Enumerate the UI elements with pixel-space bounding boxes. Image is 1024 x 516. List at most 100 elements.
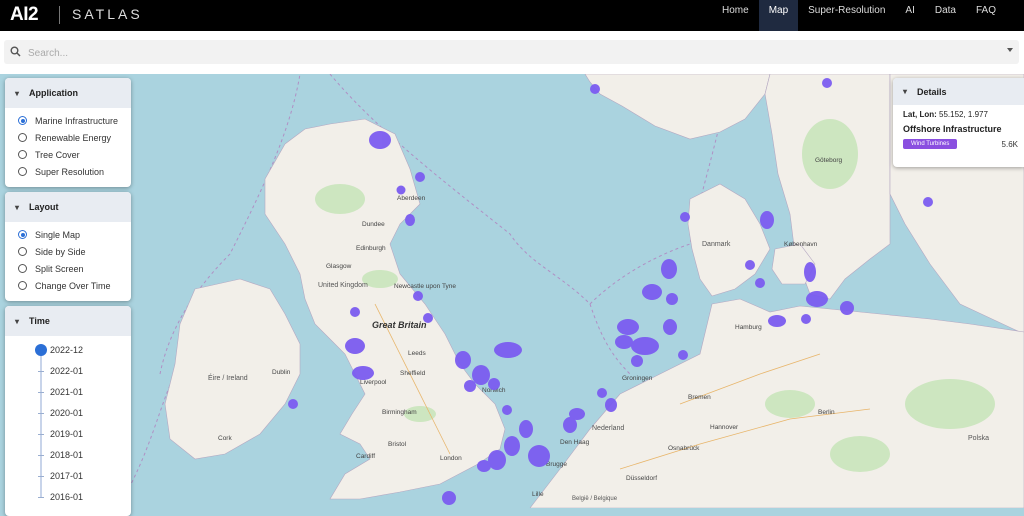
option-super-resolution[interactable]: Super Resolution xyxy=(5,163,131,180)
nav-map[interactable]: Map xyxy=(758,0,799,31)
label-glasgow: Glasgow xyxy=(326,263,352,270)
radio-button[interactable] xyxy=(18,264,27,273)
marker-marker[interactable] xyxy=(590,84,600,94)
marker-marker[interactable] xyxy=(678,350,688,360)
marker-marker[interactable] xyxy=(745,260,755,270)
radio-button[interactable] xyxy=(18,281,27,290)
marker-marker[interactable] xyxy=(801,314,811,324)
option-tree-cover[interactable]: Tree Cover xyxy=(5,146,131,163)
option-single-map[interactable]: Single Map xyxy=(5,226,131,243)
application-panel-header[interactable]: ▾ Application xyxy=(5,78,131,108)
radio-button[interactable] xyxy=(18,133,27,142)
dropdown-arrow-icon[interactable] xyxy=(1007,48,1013,52)
radio-button[interactable] xyxy=(18,247,27,256)
marker-marker[interactable] xyxy=(477,460,491,472)
marker-marker[interactable] xyxy=(597,388,607,398)
timeline-date-2021-01[interactable]: 2021-01 xyxy=(50,387,83,397)
marker-marker[interactable] xyxy=(494,342,522,358)
timeline-date-2017-01[interactable]: 2017-01 xyxy=(50,471,83,481)
radio-button[interactable] xyxy=(18,167,27,176)
timeline-tick xyxy=(38,413,44,414)
label-great-britain: Great Britain xyxy=(372,320,427,330)
nav-data[interactable]: Data xyxy=(925,0,966,31)
wind-turbines-count: 5.6K xyxy=(1001,139,1018,149)
marker-marker[interactable] xyxy=(615,335,633,349)
marker-marker[interactable] xyxy=(768,315,786,327)
marker-marker[interactable] xyxy=(631,355,643,367)
time-panel-header[interactable]: ▾ Time xyxy=(5,306,131,336)
marker-moray-firth[interactable] xyxy=(369,131,391,149)
marker-marker[interactable] xyxy=(345,338,365,354)
timeline-date-2020-01[interactable]: 2020-01 xyxy=(50,408,83,418)
marker-marker[interactable] xyxy=(396,185,406,195)
marker-marker[interactable] xyxy=(472,365,490,385)
marker-marker[interactable] xyxy=(822,78,832,88)
timeline-date-2022-01[interactable]: 2022-01 xyxy=(50,366,83,376)
marker-marker[interactable] xyxy=(663,319,677,335)
nav-faq[interactable]: FAQ xyxy=(966,0,1006,31)
label-goteborg: Göteborg xyxy=(815,157,842,164)
option-renewable-energy[interactable]: Renewable Energy xyxy=(5,129,131,146)
nav-ai[interactable]: AI xyxy=(895,0,924,31)
marker-marker[interactable] xyxy=(464,380,476,392)
search-box[interactable] xyxy=(4,40,1019,66)
chevron-down-icon: ▾ xyxy=(15,316,20,326)
marker-marker[interactable] xyxy=(563,417,577,433)
timeline-handle[interactable] xyxy=(35,344,47,356)
marker-marker[interactable] xyxy=(423,313,433,323)
timeline-date-2019-01[interactable]: 2019-01 xyxy=(50,429,83,439)
timeline-date-2022-12[interactable]: 2022-12 xyxy=(50,345,83,355)
marker-marker[interactable] xyxy=(617,319,639,335)
latlon-label: Lat, Lon: xyxy=(903,110,937,119)
wind-turbines-chip[interactable]: Wind Turbines xyxy=(903,139,958,149)
marker-marker[interactable] xyxy=(528,445,550,467)
nav-home[interactable]: Home xyxy=(712,0,759,31)
label-nederland: Nederland xyxy=(592,425,624,432)
marker-marker[interactable] xyxy=(605,398,617,412)
marker-marker[interactable] xyxy=(350,307,360,317)
marker-marker[interactable] xyxy=(504,436,520,456)
label-berlin: Berlin xyxy=(818,409,835,416)
marker-marker[interactable] xyxy=(840,301,854,315)
option-change-over-time[interactable]: Change Over Time xyxy=(5,277,131,294)
option-split-screen[interactable]: Split Screen xyxy=(5,260,131,277)
option-side-by-side[interactable]: Side by Side xyxy=(5,243,131,260)
details-panel-header[interactable]: ▾ Details xyxy=(893,78,1024,105)
marker-marker[interactable] xyxy=(806,291,828,307)
nav-super-resolution[interactable]: Super-Resolution xyxy=(798,0,895,31)
marker-marker[interactable] xyxy=(413,291,423,301)
marker-marker[interactable] xyxy=(488,378,500,390)
marker-marker[interactable] xyxy=(288,399,298,409)
marker-marker[interactable] xyxy=(642,284,662,300)
marker-marker[interactable] xyxy=(442,491,456,505)
marker-marker[interactable] xyxy=(923,197,933,207)
marker-marker[interactable] xyxy=(631,337,659,355)
label-den-haag: Den Haag xyxy=(560,439,590,446)
ai2-logo[interactable]: AI2 xyxy=(10,4,39,26)
map-view[interactable]: Great Britain United Kingdom Éire / Irel… xyxy=(0,74,1024,508)
search-input[interactable] xyxy=(26,40,990,66)
label-leeds: Leeds xyxy=(408,350,426,357)
radio-button-selected[interactable] xyxy=(18,230,27,239)
timeline-tick xyxy=(38,476,44,477)
marker-marker[interactable] xyxy=(755,278,765,288)
marker-marker[interactable] xyxy=(804,262,816,282)
marker-marker[interactable] xyxy=(502,405,512,415)
marker-marker[interactable] xyxy=(405,214,415,226)
radio-button-selected[interactable] xyxy=(18,116,27,125)
marker-marker[interactable] xyxy=(661,259,677,279)
timeline-date-2018-01[interactable]: 2018-01 xyxy=(50,450,83,460)
marker-marker[interactable] xyxy=(760,211,774,229)
marker-marker[interactable] xyxy=(415,172,425,182)
radio-button[interactable] xyxy=(18,150,27,159)
marker-marker[interactable] xyxy=(680,212,690,222)
timeline-date-2016-01[interactable]: 2016-01 xyxy=(50,492,83,502)
label-cork: Cork xyxy=(218,435,232,442)
label-eire: Éire / Ireland xyxy=(208,373,248,382)
layout-panel-header[interactable]: ▾ Layout xyxy=(5,192,131,222)
marker-marker[interactable] xyxy=(519,420,533,438)
marker-marker[interactable] xyxy=(666,293,678,305)
marker-marker[interactable] xyxy=(455,351,471,369)
marker-marker[interactable] xyxy=(352,366,374,380)
option-marine-infrastructure[interactable]: Marine Infrastructure xyxy=(5,112,131,129)
